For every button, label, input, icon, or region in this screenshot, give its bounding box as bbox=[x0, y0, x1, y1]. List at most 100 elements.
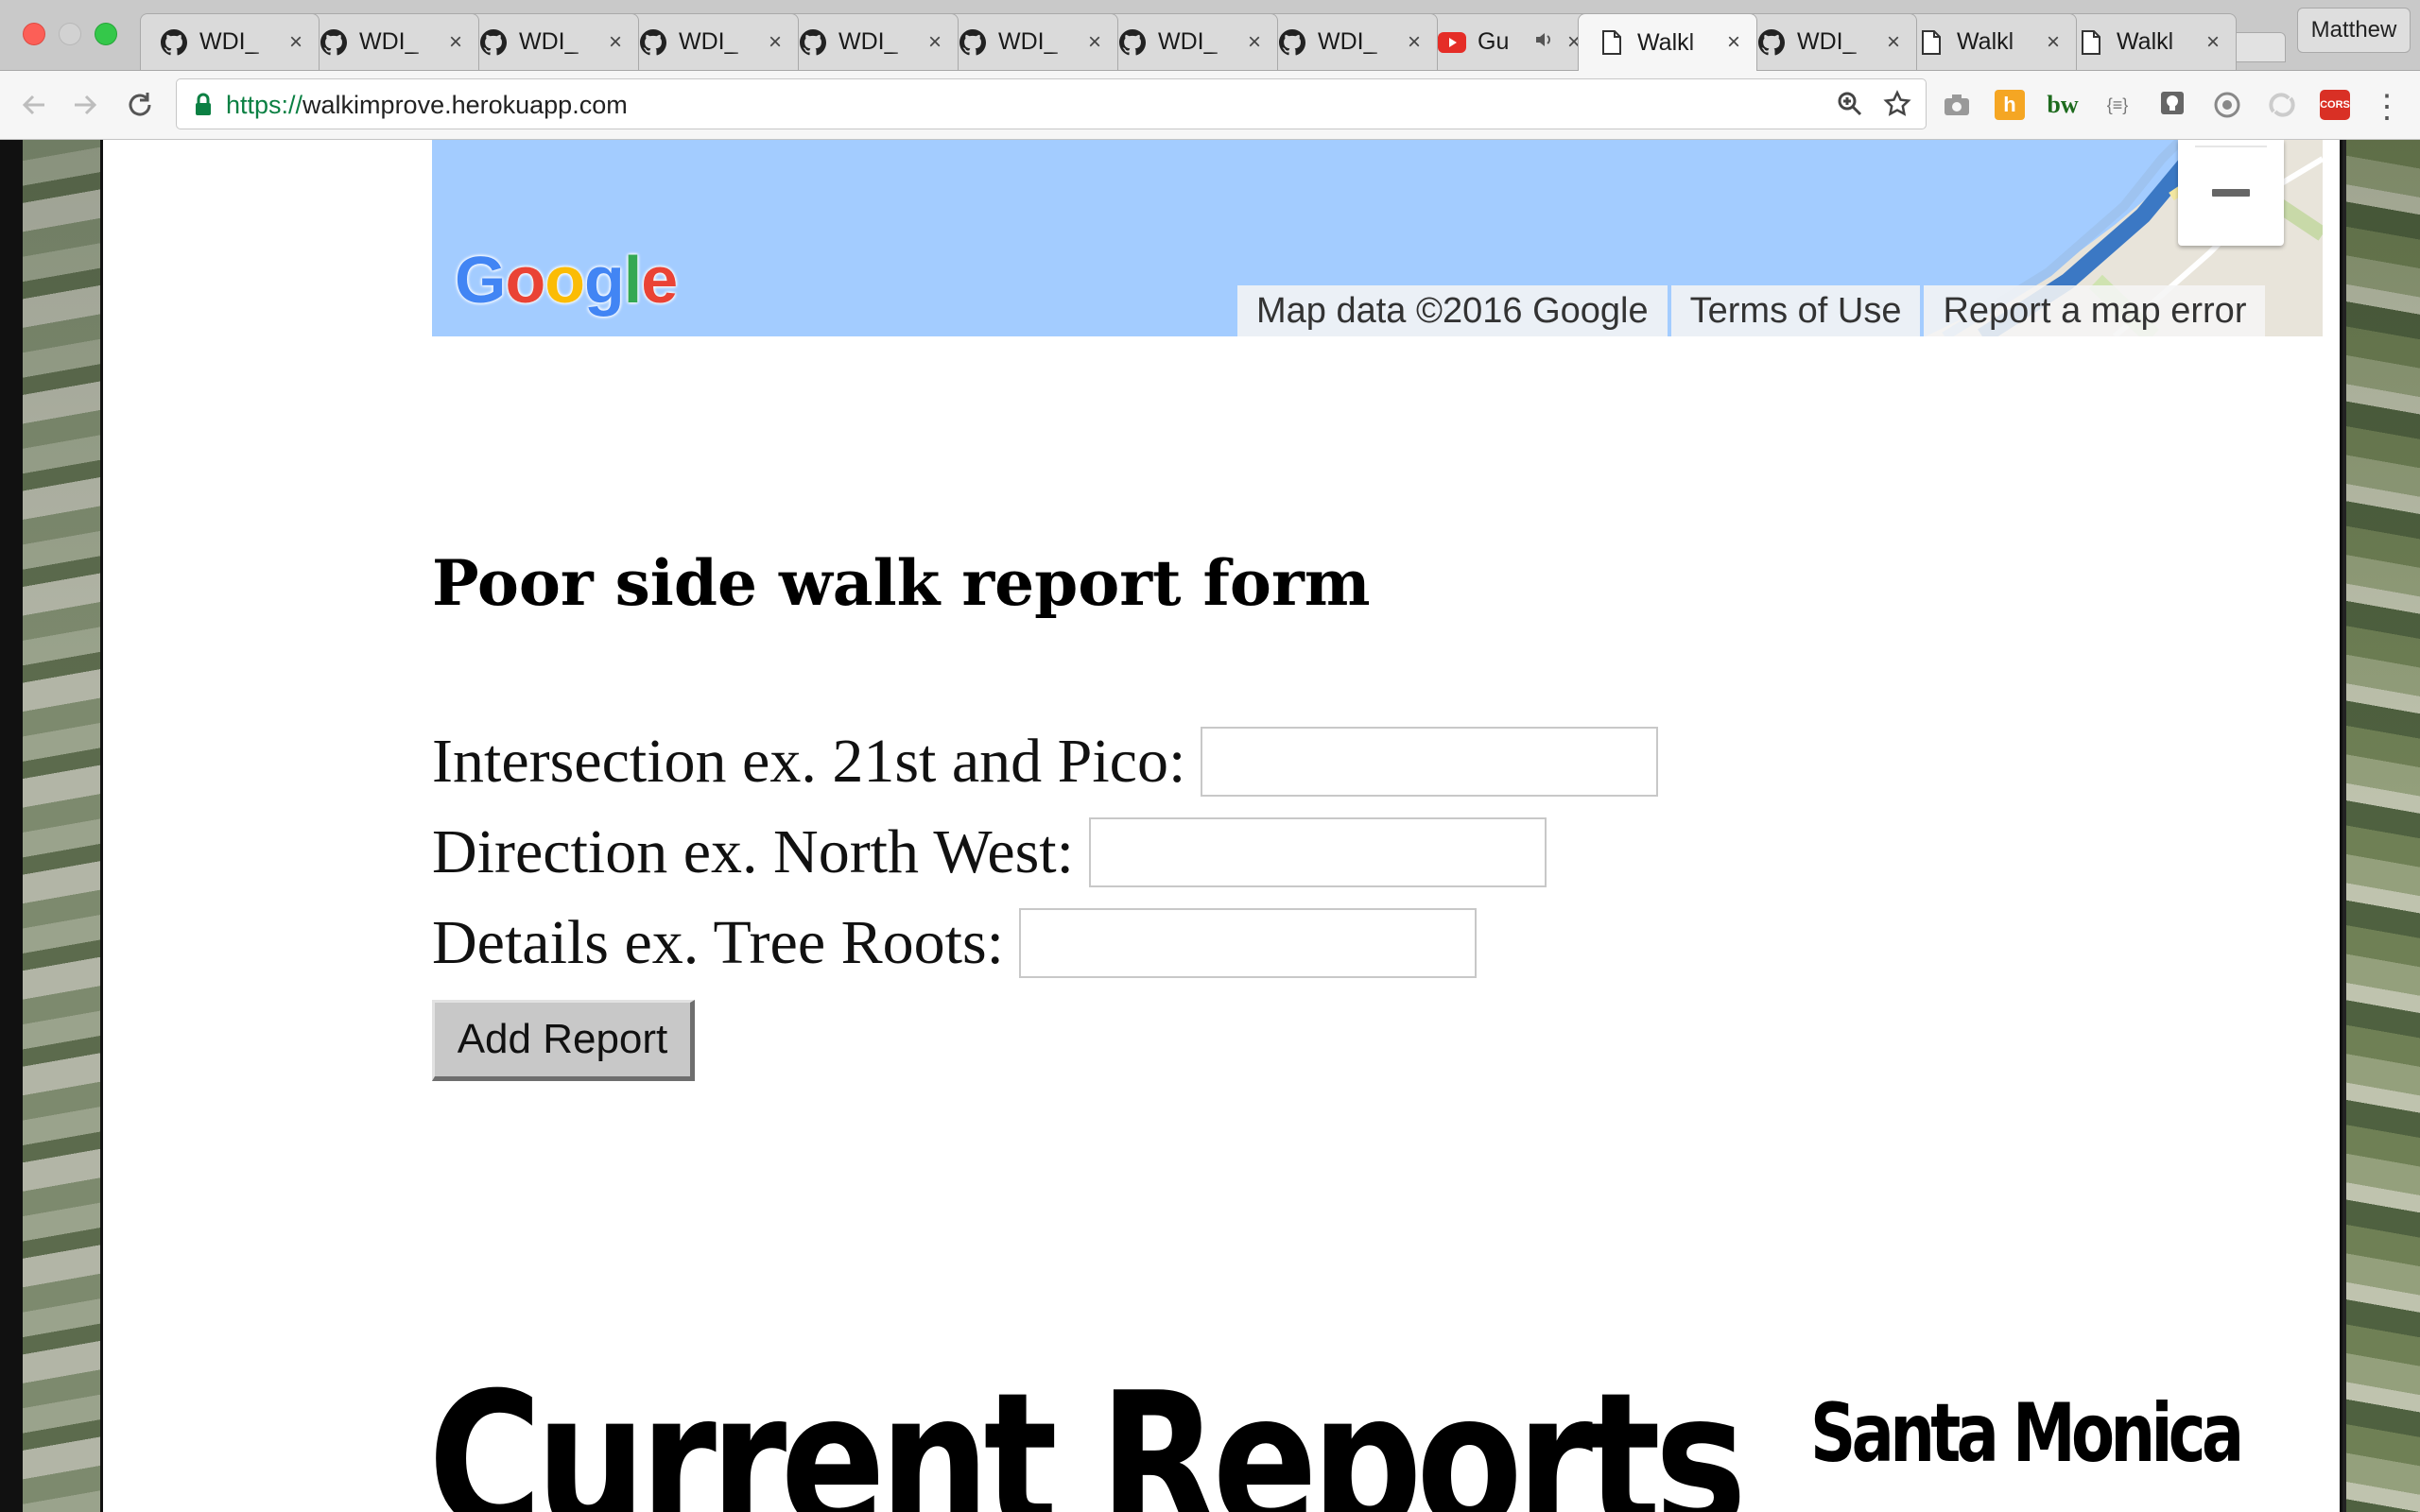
browser-tab[interactable]: WDI_ × bbox=[619, 13, 799, 70]
tab-close-icon[interactable]: × bbox=[1085, 29, 1104, 56]
arrow-right-icon bbox=[75, 94, 97, 115]
camera-extension-icon[interactable] bbox=[1940, 88, 1974, 122]
window-maximize-button[interactable] bbox=[95, 23, 117, 45]
direction-input[interactable] bbox=[1088, 817, 1547, 887]
direction-label: Direction ex. North West: bbox=[432, 817, 1074, 886]
window-close-button[interactable] bbox=[23, 23, 45, 45]
url-text: https://walkimprove.herokuapp.com bbox=[226, 91, 628, 120]
tab-title: Walkl bbox=[2117, 28, 2174, 55]
zoom-icon[interactable] bbox=[1835, 89, 1865, 119]
browser-tab[interactable]: Gu × bbox=[1418, 13, 1598, 70]
browser-tab[interactable]: Walkl × bbox=[2057, 13, 2237, 70]
tab-close-icon[interactable]: × bbox=[766, 29, 785, 56]
tab-title: WDI_ bbox=[838, 28, 898, 55]
url-host: walkimprove.herokuapp.com bbox=[302, 91, 628, 119]
details-label: Details ex. Tree Roots: bbox=[432, 908, 1004, 977]
json-extension-icon[interactable]: {≡} bbox=[2100, 88, 2135, 122]
tab-close-icon[interactable]: × bbox=[2044, 29, 2063, 56]
browser-toolbar: https://walkimprove.herokuapp.com h bw {… bbox=[0, 71, 2420, 140]
arrow-left-icon bbox=[22, 94, 44, 115]
zoom-out-button[interactable] bbox=[2212, 189, 2250, 197]
browser-tab[interactable]: Walkl × bbox=[1578, 13, 1757, 71]
background-photo-right bbox=[2342, 140, 2420, 1512]
add-report-button[interactable]: Add Report bbox=[432, 1000, 695, 1081]
browser-menu-icon[interactable]: ⋮ bbox=[2371, 88, 2403, 126]
page-icon bbox=[1917, 28, 1945, 57]
intersection-label: Intersection ex. 21st and Pico: bbox=[432, 727, 1186, 796]
browser-tab[interactable]: Walkl × bbox=[1897, 13, 2077, 70]
tab-close-icon[interactable]: × bbox=[606, 29, 625, 56]
lightbulb-extension-icon[interactable] bbox=[2155, 88, 2189, 122]
tab-close-icon[interactable]: × bbox=[446, 29, 465, 56]
tab-title: WDI_ bbox=[519, 28, 579, 55]
lock-icon bbox=[194, 93, 213, 122]
browser-tab[interactable]: WDI_ × bbox=[459, 13, 639, 70]
tab-title: WDI_ bbox=[199, 28, 259, 55]
details-input[interactable] bbox=[1019, 908, 1477, 978]
browser-tab[interactable]: WDI_ × bbox=[300, 13, 479, 70]
honey-extension-icon[interactable]: h bbox=[1995, 90, 2025, 120]
github-icon bbox=[1757, 28, 1786, 57]
forward-button[interactable] bbox=[68, 88, 102, 122]
back-button[interactable] bbox=[17, 88, 51, 122]
cors-extension-icon[interactable]: CORS bbox=[2320, 90, 2350, 120]
map-attribution: Map data ©2016 Google Terms of Use Repor… bbox=[1237, 285, 2266, 336]
report-map-error-link[interactable]: Report a map error bbox=[1924, 285, 2266, 336]
google-logo[interactable]: Google bbox=[455, 242, 678, 318]
bookmark-star-icon[interactable] bbox=[1882, 89, 1912, 119]
tab-title: Gu bbox=[1478, 28, 1510, 55]
github-icon bbox=[320, 28, 348, 57]
tab-close-icon[interactable]: × bbox=[1405, 29, 1424, 56]
form-title: Poor side walk report form bbox=[432, 546, 1371, 620]
tab-title: WDI_ bbox=[998, 28, 1058, 55]
google-logo-letter: e bbox=[641, 243, 678, 317]
tab-close-icon[interactable]: × bbox=[1884, 29, 1903, 56]
speaker-icon[interactable] bbox=[1534, 31, 1553, 53]
background-photo-left bbox=[0, 140, 100, 1512]
github-icon bbox=[1118, 28, 1147, 57]
browser-tab[interactable]: WDI_ × bbox=[779, 13, 959, 70]
terms-of-use-link[interactable]: Terms of Use bbox=[1670, 285, 1921, 336]
reload-icon bbox=[129, 93, 151, 116]
tab-title: WDI_ bbox=[679, 28, 738, 55]
github-icon bbox=[639, 28, 667, 57]
tab-close-icon[interactable]: × bbox=[286, 29, 305, 56]
tab-title: WDI_ bbox=[1797, 28, 1857, 55]
github-icon bbox=[479, 28, 508, 57]
profile-button[interactable]: Matthew bbox=[2297, 8, 2411, 53]
tab-close-icon[interactable]: × bbox=[1724, 29, 1743, 56]
zoom-divider bbox=[2195, 146, 2267, 147]
swirl-extension-icon[interactable] bbox=[2265, 88, 2299, 122]
reload-button[interactable] bbox=[123, 88, 157, 122]
browser-tab[interactable]: WDI_ × bbox=[140, 13, 320, 70]
github-icon bbox=[160, 28, 188, 57]
github-icon bbox=[799, 28, 827, 57]
tab-close-icon[interactable]: × bbox=[1245, 29, 1264, 56]
bw-extension-icon[interactable]: bw bbox=[2046, 88, 2080, 122]
google-map[interactable]: Google Map data ©2016 Google Terms of Us… bbox=[432, 140, 2323, 336]
google-logo-letter: o bbox=[505, 243, 545, 317]
browser-tab[interactable]: WDI_ × bbox=[1737, 13, 1917, 70]
tab-close-icon[interactable]: × bbox=[925, 29, 944, 56]
record-extension-icon[interactable] bbox=[2210, 88, 2244, 122]
google-logo-letter: g bbox=[583, 243, 625, 317]
tab-title: Walkl bbox=[1957, 28, 2014, 55]
page-icon bbox=[1598, 28, 1626, 57]
page-icon bbox=[2077, 28, 2105, 57]
intersection-input[interactable] bbox=[1201, 727, 1659, 797]
address-bar[interactable]: https://walkimprove.herokuapp.com bbox=[176, 78, 1927, 129]
tab-title: WDI_ bbox=[1158, 28, 1218, 55]
map-zoom-control bbox=[2178, 140, 2284, 246]
tab-title: WDI_ bbox=[359, 28, 419, 55]
browser-tab[interactable]: WDI_ × bbox=[939, 13, 1118, 70]
intersection-row: Intersection ex. 21st and Pico: bbox=[432, 726, 1659, 798]
santa-monica-subheading: Santa Monica bbox=[1810, 1386, 2244, 1481]
tab-title: WDI_ bbox=[1318, 28, 1377, 55]
google-logo-letter: G bbox=[455, 243, 506, 317]
youtube-icon bbox=[1438, 28, 1466, 57]
browser-tab[interactable]: WDI_ × bbox=[1258, 13, 1438, 70]
tab-close-icon[interactable]: × bbox=[2204, 29, 2222, 56]
window-minimize-button[interactable] bbox=[59, 23, 81, 45]
details-row: Details ex. Tree Roots: bbox=[432, 907, 1477, 979]
browser-tab[interactable]: WDI_ × bbox=[1098, 13, 1278, 70]
